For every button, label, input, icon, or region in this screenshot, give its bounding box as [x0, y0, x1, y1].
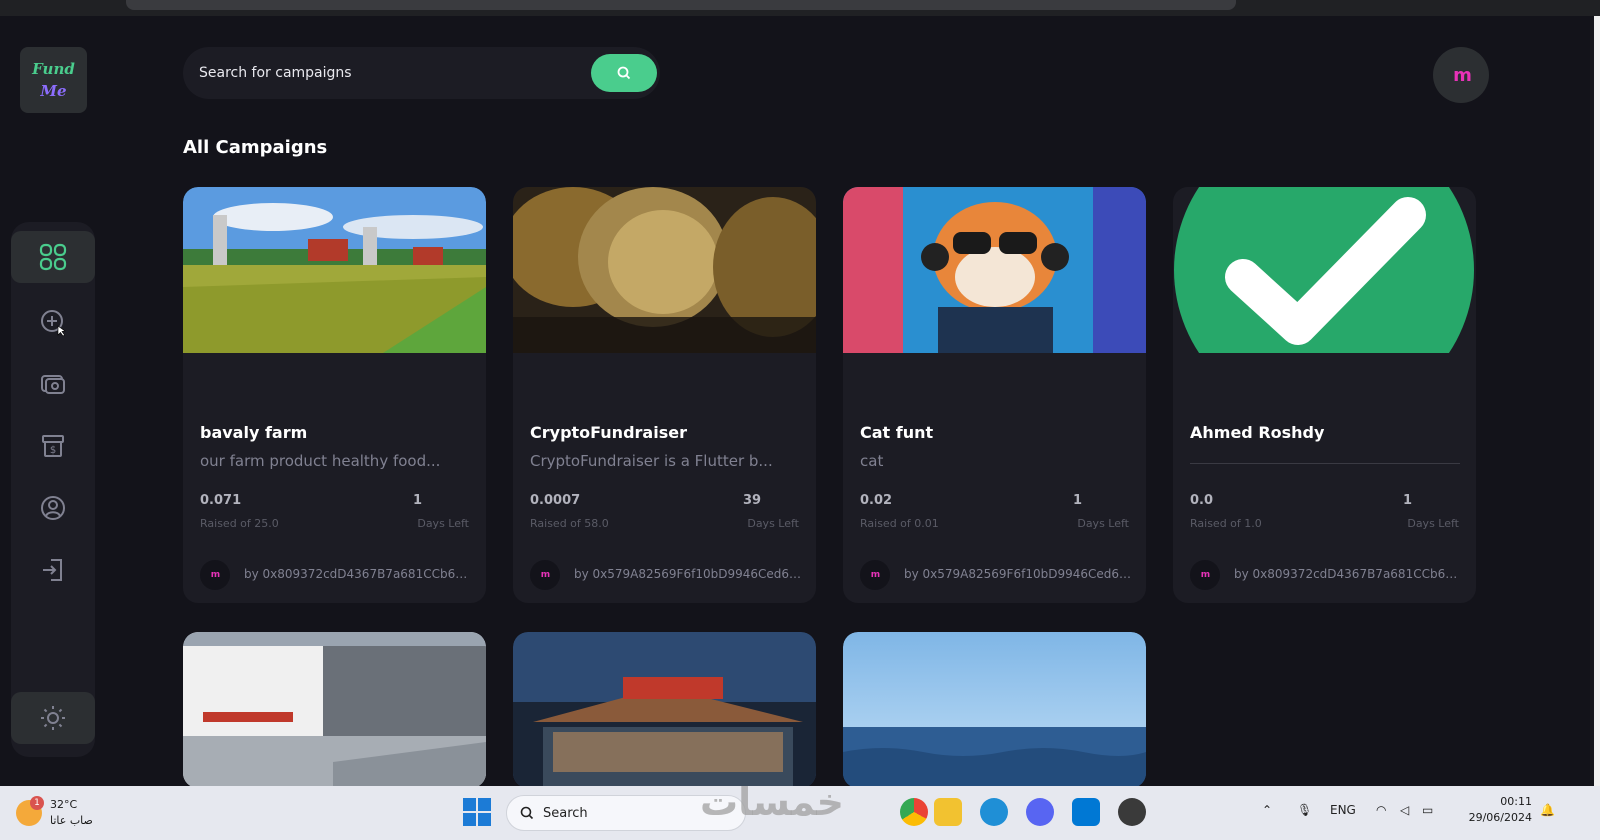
campaign-raised: 0.0: [1190, 493, 1214, 508]
vscode-icon[interactable]: [1072, 798, 1100, 826]
campaign-raised-label: Raised of 25.0: [200, 517, 279, 530]
campaign-description: cat: [860, 452, 884, 470]
campaign-days-label: Days Left: [747, 517, 799, 530]
campaign-days-label: Days Left: [1077, 517, 1129, 530]
sidebar-item-withdraw[interactable]: $: [11, 420, 95, 472]
chevron-up-icon[interactable]: ⌃: [1262, 803, 1272, 817]
campaign-card[interactable]: CryptoFundraiser CryptoFundraiser is a F…: [513, 187, 816, 603]
taskbar-search-label: Search: [543, 806, 588, 821]
campaign-card[interactable]: Ahmed Roshdy 0.0 Raised of 1.0 1 Days Le…: [1173, 187, 1476, 603]
campaign-title: Ahmed Roshdy: [1190, 423, 1325, 442]
campaign-owner: by 0x579A82569F6f10bD9946Ced6A...: [904, 567, 1134, 581]
campaign-days: 1: [1403, 493, 1413, 508]
owner-avatar: m: [530, 560, 560, 590]
campaign-days: 39: [743, 493, 762, 508]
logo-line-1: Fund: [32, 60, 75, 78]
wifi-icon[interactable]: ◠: [1376, 803, 1386, 817]
search-icon: [617, 66, 631, 80]
campaign-owner: by 0x579A82569F6f10bD9946Ced6A...: [574, 567, 804, 581]
sidebar-item-payment[interactable]: [11, 358, 95, 410]
campaign-image-sea: [843, 632, 1146, 788]
campaign-image-supermarket: [513, 632, 816, 788]
profile-icon: [41, 496, 65, 520]
description-underline: [1190, 463, 1460, 464]
weather-temp: 32°C: [50, 798, 78, 811]
owner-avatar: m: [200, 560, 230, 590]
clock[interactable]: 00:11 29/06/2024: [1452, 794, 1532, 826]
campaign-description: CryptoFundraiser is a Flutter b...: [530, 452, 773, 470]
notification-bell-icon[interactable]: 🔔: [1540, 803, 1555, 817]
campaign-raised: 0.0007: [530, 493, 581, 508]
dashboard-grid-icon: [39, 243, 67, 271]
owner-avatar: m: [1190, 560, 1220, 590]
campaign-title: bavaly farm: [200, 423, 308, 442]
clock-time: 00:11: [1500, 795, 1532, 808]
campaign-title: CryptoFundraiser: [530, 423, 687, 442]
sidebar-item-dashboard[interactable]: [11, 231, 95, 283]
section-title: All Campaigns: [183, 137, 328, 158]
campaign-card[interactable]: bavaly farm our farm product healthy foo…: [183, 187, 486, 603]
os-taskbar: 1 32°C صاب عاتا Search خمسات ⌃ 🎙 ENG ◠ ◁…: [0, 780, 1600, 840]
campaign-raised-label: Raised of 58.0: [530, 517, 609, 530]
campaign-owner: by 0x809372cdD4367B7a681CCb6A1...: [244, 567, 474, 581]
campaign-image-building: [183, 632, 486, 788]
campaign-days: 1: [413, 493, 423, 508]
search-input[interactable]: [199, 47, 569, 99]
campaign-image-checkmark: [1173, 187, 1476, 353]
payment-icon: [41, 375, 65, 394]
logout-icon: [43, 559, 62, 581]
clock-date: 29/06/2024: [1468, 811, 1532, 824]
sidebar-item-create-campaign[interactable]: [11, 296, 95, 348]
campaign-raised: 0.071: [200, 493, 242, 508]
sidebar-item-profile[interactable]: [11, 482, 95, 534]
campaign-raised-label: Raised of 1.0: [1190, 517, 1262, 530]
campaign-card[interactable]: [183, 632, 486, 788]
language-indicator[interactable]: ENG: [1330, 803, 1356, 817]
watermark: خمسات: [700, 780, 844, 824]
campaign-card[interactable]: Cat funt cat 0.02 Raised of 0.01 1 Days …: [843, 187, 1146, 603]
campaign-description: our farm product healthy food...: [200, 452, 441, 470]
campaign-owner: by 0x809372cdD4367B7a681CCb6A1...: [1234, 567, 1464, 581]
sun-icon: [41, 706, 65, 730]
campaign-card[interactable]: [843, 632, 1146, 788]
owner-avatar: m: [860, 560, 890, 590]
campaign-image-cat: [843, 187, 1146, 353]
battery-icon[interactable]: ▭: [1422, 803, 1433, 817]
app-root: Fund Me $ Search for campaigns m All Cam…: [0, 0, 1600, 840]
windows-start-icon[interactable]: [463, 798, 491, 826]
window-edge: [1594, 16, 1600, 786]
edge-icon[interactable]: [980, 798, 1008, 826]
weather-widget[interactable]: 1 32°C صاب عاتا: [16, 796, 116, 832]
obs-icon[interactable]: [1118, 798, 1146, 826]
campaign-title: Cat funt: [860, 423, 934, 442]
campaign-days-label: Days Left: [1407, 517, 1459, 530]
search-bar: [183, 47, 660, 99]
file-explorer-icon[interactable]: [934, 798, 962, 826]
notification-badge: 1: [30, 796, 44, 810]
browser-chrome: [0, 0, 1600, 16]
add-circle-icon: [41, 310, 66, 337]
user-avatar[interactable]: m: [1433, 47, 1489, 103]
campaign-image-farm: [183, 187, 486, 353]
chrome-icon[interactable]: [900, 798, 928, 826]
sidebar-item-logout[interactable]: [11, 544, 95, 596]
campaign-image-coins: [513, 187, 816, 353]
microphone-icon[interactable]: 🎙: [1297, 803, 1312, 817]
campaign-days-label: Days Left: [417, 517, 469, 530]
discord-icon[interactable]: [1026, 798, 1054, 826]
campaign-raised: 0.02: [860, 493, 893, 508]
svg-text:$: $: [50, 445, 56, 456]
search-icon: [520, 806, 534, 820]
theme-toggle[interactable]: [11, 692, 95, 744]
volume-icon[interactable]: ◁: [1400, 803, 1409, 817]
logo[interactable]: Fund Me: [20, 47, 87, 113]
campaign-days: 1: [1073, 493, 1083, 508]
weather-condition: صاب عاتا: [50, 814, 93, 827]
withdraw-icon: $: [42, 435, 64, 457]
campaign-raised-label: Raised of 0.01: [860, 517, 939, 530]
campaign-card[interactable]: [513, 632, 816, 788]
browser-address-bar[interactable]: [126, 0, 1236, 10]
search-button[interactable]: [591, 54, 657, 92]
logo-line-2: Me: [40, 82, 67, 100]
